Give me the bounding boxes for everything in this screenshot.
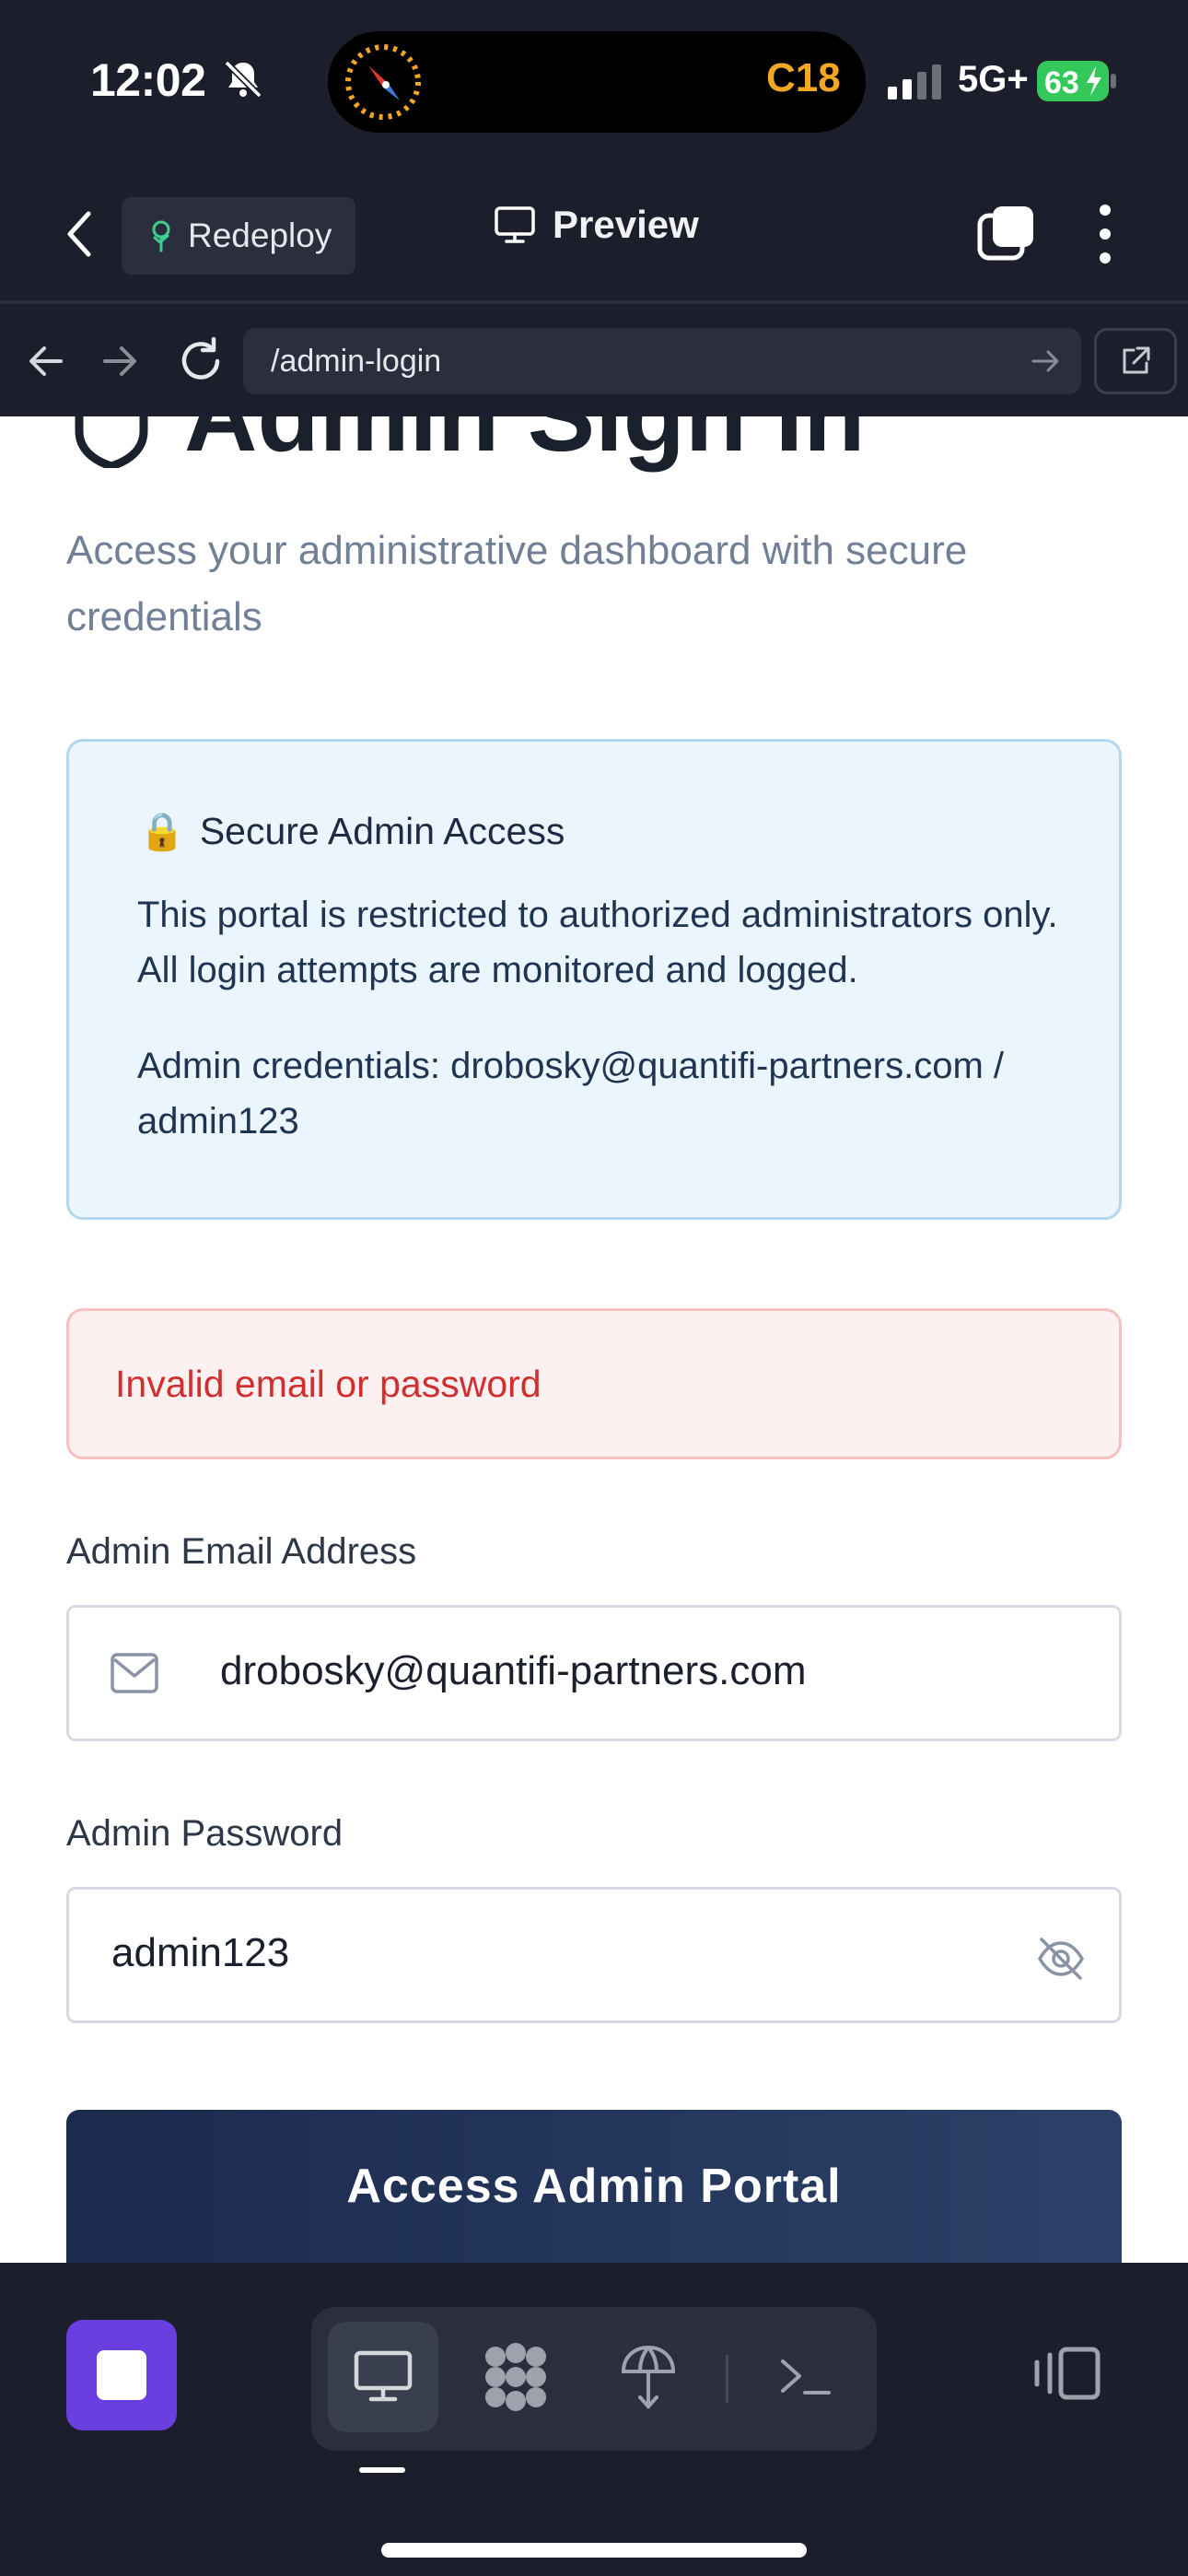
bottom-dock <box>0 2263 1188 2576</box>
dock-nodes-button[interactable] <box>460 2322 571 2432</box>
terminal-icon <box>781 2359 831 2395</box>
panels-icon[interactable] <box>1030 2344 1103 2403</box>
dock-deploy-button[interactable] <box>593 2322 704 2432</box>
battery-level: 63 <box>1044 65 1079 100</box>
notice-text: This portal is restricted to authorized … <box>137 895 1058 990</box>
tree-icon <box>152 220 170 252</box>
notice-heading: 🔒 Secure Admin Access <box>139 810 565 853</box>
live-activity-code: C18 <box>766 55 841 100</box>
bell-slash-icon <box>224 60 262 99</box>
home-indicator[interactable] <box>381 2543 807 2558</box>
email-label: Admin Email Address <box>66 1531 417 1572</box>
stop-icon <box>97 2350 146 2400</box>
dock-tool-group <box>311 2307 877 2451</box>
error-message: Invalid email or password <box>115 1362 542 1405</box>
stop-button[interactable] <box>66 2320 177 2430</box>
arrow-right-icon[interactable] <box>98 339 142 383</box>
signal-icon <box>888 64 941 100</box>
dock-terminal-button[interactable] <box>750 2322 860 2432</box>
password-field[interactable]: admin123 <box>66 1887 1122 2023</box>
back-icon[interactable] <box>55 205 103 263</box>
access-admin-portal-button[interactable]: Access Admin Portal <box>66 2110 1122 2263</box>
nodes-icon <box>485 2343 546 2411</box>
page-title: Admin Sign In <box>184 416 865 474</box>
kebab-icon[interactable] <box>1087 199 1124 269</box>
page-subtitle: Access your administrative dashboard wit… <box>66 528 968 639</box>
app-header: Redeploy Preview <box>0 166 1188 304</box>
password-value: admin123 <box>111 1930 290 1975</box>
preview-tab[interactable]: Preview <box>494 203 699 247</box>
status-bar: 12:02 C18 5G+ 63 <box>0 0 1188 166</box>
reload-icon[interactable] <box>175 335 227 387</box>
email-value: drobosky@quantifi-partners.com <box>220 1648 807 1693</box>
browser-bar: /admin-login <box>0 308 1188 416</box>
compass-icon <box>345 44 421 120</box>
arrow-left-icon[interactable] <box>24 339 68 383</box>
network-label: 5G+ <box>958 59 1029 100</box>
mail-icon <box>111 1653 158 1693</box>
open-external-button[interactable] <box>1094 328 1177 394</box>
redeploy-label: Redeploy <box>188 217 332 254</box>
notice-credentials: Admin credentials: drobosky@quantifi-par… <box>137 1046 1005 1142</box>
email-field[interactable]: drobosky@quantifi-partners.com <box>66 1605 1122 1741</box>
eye-off-icon[interactable] <box>1034 1932 1088 1985</box>
external-link-icon <box>1123 346 1150 374</box>
monitor-icon <box>495 206 535 243</box>
active-tab-indicator <box>359 2467 405 2473</box>
shield-icon <box>75 416 148 468</box>
status-time: 12:02 <box>90 54 206 106</box>
url-field[interactable]: /admin-login <box>243 328 1081 394</box>
dock-divider <box>726 2355 728 2403</box>
web-content: Admin Sign In Access your administrative… <box>0 416 1188 2263</box>
preview-label: Preview <box>553 203 699 246</box>
deploy-icon <box>621 2345 676 2409</box>
submit-label: Access Admin Portal <box>346 2160 842 2213</box>
secure-access-notice: 🔒 Secure Admin Access This portal is res… <box>66 739 1122 1220</box>
password-label: Admin Password <box>66 1813 344 1854</box>
arrow-right-icon[interactable] <box>1030 345 1063 378</box>
tabs-icon[interactable] <box>976 203 1037 263</box>
desktop-icon <box>354 2350 413 2402</box>
redeploy-button[interactable]: Redeploy <box>122 197 355 275</box>
dock-desktop-button[interactable] <box>328 2322 438 2432</box>
lock-icon: 🔒 <box>139 812 185 852</box>
notice-title: Secure Admin Access <box>199 810 565 852</box>
error-alert: Invalid email or password <box>66 1308 1122 1459</box>
battery-icon: 63 <box>1037 61 1116 101</box>
